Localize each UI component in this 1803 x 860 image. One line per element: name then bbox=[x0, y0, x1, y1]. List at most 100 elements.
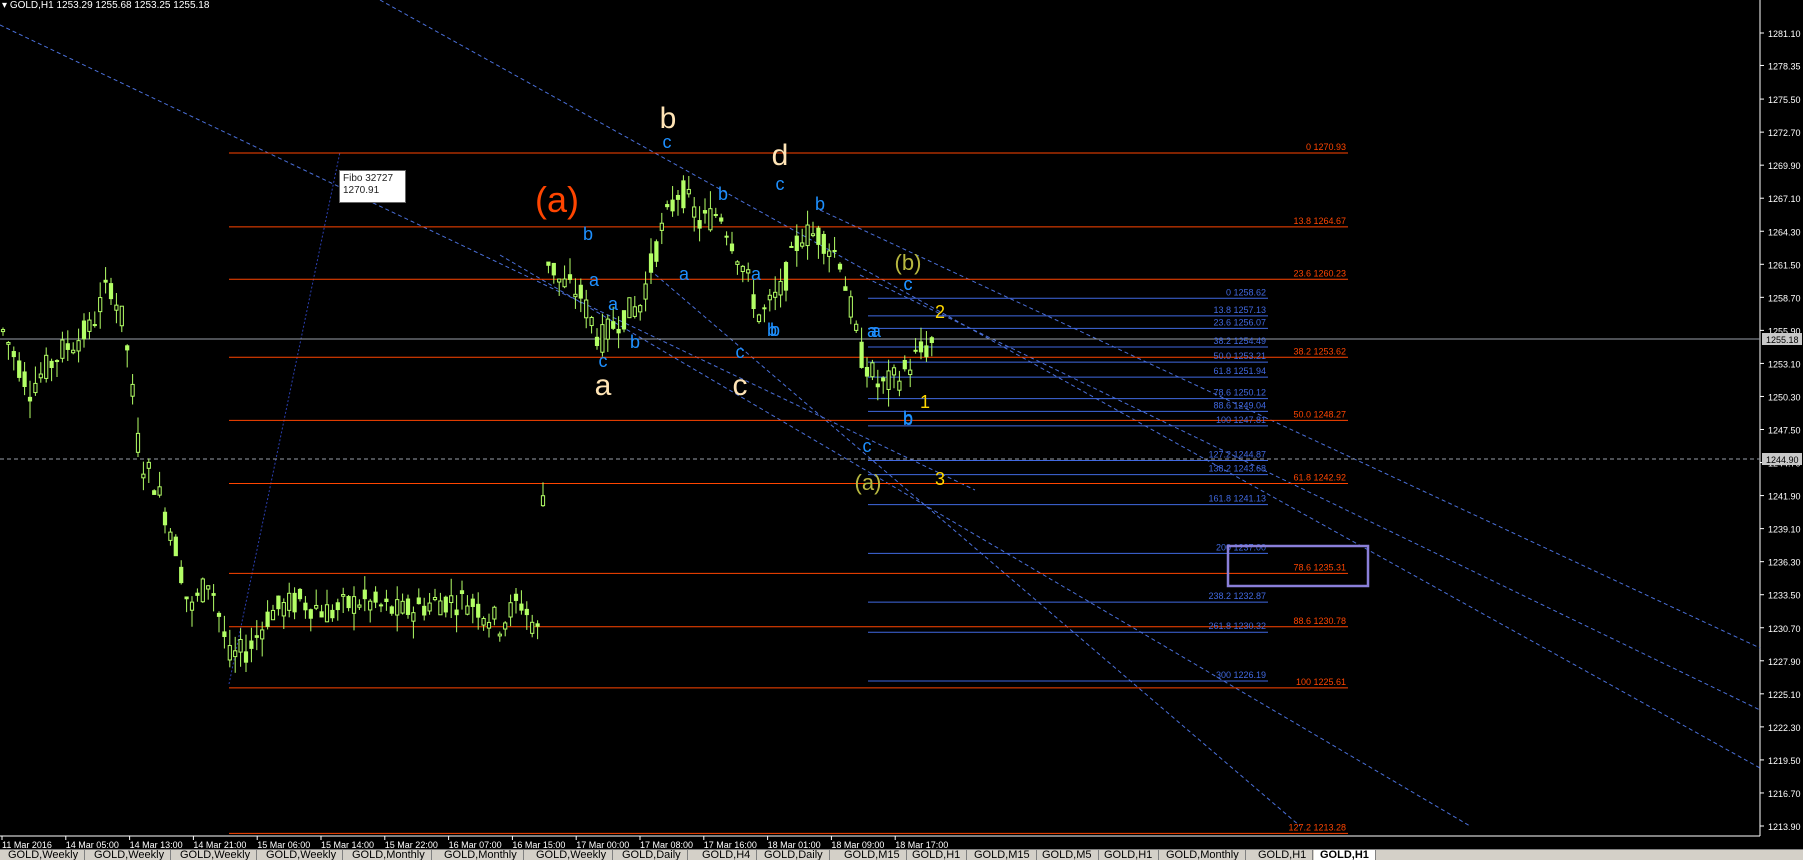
candle-body bbox=[6, 342, 11, 345]
candle-body bbox=[162, 511, 168, 526]
wave-sublabel: a bbox=[679, 264, 690, 284]
price-tick-label: 1219.50 bbox=[1768, 756, 1801, 766]
candle-body bbox=[681, 180, 686, 209]
candle-body bbox=[378, 604, 384, 607]
price-tick-label: 1264.30 bbox=[1768, 227, 1801, 237]
fibonacci-retracement-red[interactable]: 0 1270.93 13.8 1264.67 23.6 1260.23 38.2 12… bbox=[229, 142, 1348, 834]
candlesticks bbox=[0, 175, 934, 673]
chart-tabs-bar: GOLD,Weekly GOLD,Weekly GOLD,Weekly GOLD,We… bbox=[0, 849, 1803, 860]
candle-body bbox=[584, 299, 589, 319]
candle-body bbox=[794, 235, 799, 251]
candle-body bbox=[211, 593, 216, 596]
candle-body bbox=[206, 585, 211, 590]
candle-body bbox=[519, 603, 524, 611]
fib-red-label: 78.6 1235.31 bbox=[1293, 562, 1346, 572]
candle-body bbox=[179, 566, 184, 584]
candle-body bbox=[648, 253, 654, 273]
candle-body bbox=[454, 609, 459, 616]
candle-body bbox=[843, 286, 848, 291]
candle-body bbox=[746, 269, 751, 274]
candle-body bbox=[92, 324, 97, 327]
candle-body bbox=[621, 310, 627, 330]
price-tick-label: 1216.70 bbox=[1768, 789, 1801, 799]
candle-body bbox=[189, 601, 195, 611]
candle-body bbox=[373, 591, 378, 603]
candle-body bbox=[346, 596, 351, 609]
candle-body bbox=[357, 604, 362, 608]
price-tick-label: 1261.50 bbox=[1768, 260, 1801, 270]
chart-area bbox=[0, 0, 1761, 837]
wave-sublabel: b bbox=[903, 408, 913, 428]
time-tick-label: 15 Mar 22:00 bbox=[385, 840, 438, 849]
candle-body bbox=[195, 592, 200, 596]
wave-label: 2 bbox=[935, 302, 945, 322]
wave-label: 3 bbox=[935, 469, 945, 489]
candle-body bbox=[76, 340, 81, 352]
time-tick-label: 17 Mar 16:00 bbox=[704, 840, 757, 849]
wave-sublabel: b bbox=[630, 332, 640, 352]
candle-body bbox=[659, 222, 664, 231]
candle-body bbox=[114, 304, 119, 311]
candle-body bbox=[827, 250, 832, 257]
candle-body bbox=[260, 629, 265, 640]
trendline bbox=[649, 269, 1301, 827]
price-chart[interactable]: 0 1270.93 13.8 1264.67 23.6 1260.23 38.2 12… bbox=[0, 0, 1803, 849]
time-tick-label: 17 Mar 08:00 bbox=[640, 840, 693, 849]
wave-label: (a) bbox=[535, 179, 579, 220]
time-tick-label: 14 Mar 21:00 bbox=[193, 840, 246, 849]
candle-body bbox=[929, 337, 934, 343]
candle-body bbox=[427, 602, 432, 612]
wave-sublabel: c bbox=[599, 351, 608, 371]
time-tick-label: 16 Mar 07:00 bbox=[449, 840, 502, 849]
candle-body bbox=[233, 650, 238, 658]
candle-body bbox=[65, 343, 70, 350]
fib-blue-label: 138.2 1243.68 bbox=[1208, 464, 1266, 474]
candle-body bbox=[238, 638, 243, 653]
candle-body bbox=[600, 324, 605, 353]
candle-body bbox=[546, 261, 551, 266]
candle-body bbox=[27, 396, 33, 402]
candle-body bbox=[675, 194, 681, 200]
candle-body bbox=[821, 233, 826, 254]
price-axis: 1281.10 1278.35 1275.50 1272.70 1269.90 1267.… bbox=[1760, 29, 1802, 832]
candle-body bbox=[103, 279, 108, 283]
candle-body bbox=[400, 600, 405, 614]
candle-body bbox=[303, 602, 308, 611]
candle-body bbox=[837, 263, 843, 270]
candle-body bbox=[719, 217, 724, 222]
candle-body bbox=[108, 283, 114, 300]
candle-body bbox=[38, 373, 43, 379]
time-tick-label: 18 Mar 09:00 bbox=[831, 840, 884, 849]
price-tick-label: 1281.10 bbox=[1768, 29, 1801, 39]
candle-body bbox=[422, 605, 427, 616]
candle-body bbox=[924, 345, 929, 358]
candle-body bbox=[778, 280, 783, 296]
candle-body bbox=[157, 486, 162, 496]
candle-body bbox=[416, 597, 421, 605]
time-tick-label: 17 Mar 00:00 bbox=[576, 840, 629, 849]
candle-body bbox=[724, 235, 729, 238]
wave-sublabel: b bbox=[770, 320, 780, 340]
candle-body bbox=[729, 243, 735, 252]
level-price-text: 1244.90 bbox=[1766, 455, 1799, 465]
current-price-text: 1255.18 bbox=[1766, 335, 1799, 345]
candle-body bbox=[384, 598, 389, 603]
dropdown-triangle-icon[interactable]: ▾ bbox=[2, 0, 7, 11]
trendline bbox=[499, 254, 1471, 827]
candle-body bbox=[200, 578, 205, 603]
candle-body bbox=[605, 318, 610, 340]
wave-label: (b) bbox=[895, 250, 922, 275]
candle-body bbox=[389, 606, 394, 614]
wave-sublabel: c bbox=[863, 436, 872, 456]
fib-blue-label: 300 1226.19 bbox=[1216, 670, 1266, 680]
wave-sublabel: c bbox=[776, 174, 785, 194]
candle-body bbox=[492, 606, 497, 620]
candle-body bbox=[524, 608, 529, 616]
candle-body bbox=[762, 307, 767, 310]
price-tick-label: 1258.70 bbox=[1768, 293, 1801, 303]
candle-body bbox=[702, 210, 708, 214]
price-tick-label: 1213.90 bbox=[1768, 822, 1801, 832]
candle-body bbox=[697, 220, 702, 229]
candle-body bbox=[227, 645, 232, 661]
trendlines bbox=[0, 0, 1761, 827]
